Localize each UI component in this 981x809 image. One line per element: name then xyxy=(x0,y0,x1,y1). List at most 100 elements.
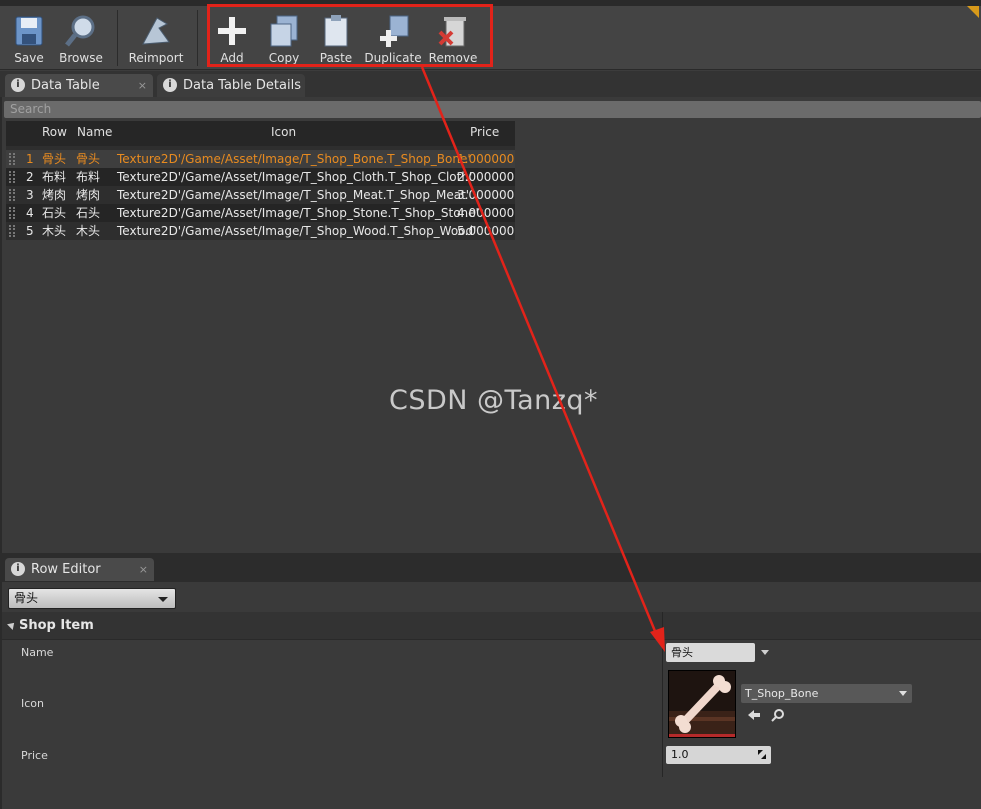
row-selector-dropdown[interactable]: 骨头 xyxy=(8,588,176,609)
reimport-icon xyxy=(142,17,170,45)
category-label: Shop Item xyxy=(19,618,94,633)
column-header-row[interactable]: Row xyxy=(42,125,67,139)
tab-data-table-label: Data Table xyxy=(31,78,100,93)
info-icon: i xyxy=(11,78,25,92)
row-icon-path: Texture2D'/Game/Asset/Image/T_Shop_Meat.… xyxy=(117,188,470,202)
row-price: 3.000000 xyxy=(457,188,515,202)
row-name: 木头 xyxy=(76,224,101,238)
magnifier-icon xyxy=(65,15,95,47)
tab-data-table-details-label: Data Table Details xyxy=(183,78,301,93)
row-key: 布料 xyxy=(42,170,67,184)
name-dropdown-chevron-icon[interactable] xyxy=(761,650,769,655)
row-icon-path: Texture2D'/Game/Asset/Image/T_Shop_Bone.… xyxy=(117,152,471,166)
row-key: 骨头 xyxy=(42,152,67,166)
table-row[interactable]: 5 木头 木头 Texture2D'/Game/Asset/Image/T_Sh… xyxy=(6,222,515,240)
upper-tab-bar: i Data Table × i Data Table Details xyxy=(0,71,981,97)
search-input[interactable]: Search xyxy=(4,101,981,118)
table-row[interactable]: 2 布料 布料 Texture2D'/Game/Asset/Image/T_Sh… xyxy=(6,168,515,186)
row-name: 布料 xyxy=(76,170,101,184)
row-number: 4 xyxy=(26,206,34,220)
table-row[interactable]: 1 骨头 骨头 Texture2D'/Game/Asset/Image/T_Sh… xyxy=(6,150,515,168)
asset-picker-dropdown[interactable]: T_Shop_Bone xyxy=(741,684,912,703)
property-label-price: Price xyxy=(21,749,48,762)
price-field[interactable]: 1.0 xyxy=(666,746,771,764)
row-key: 石头 xyxy=(42,206,67,220)
table-row[interactable]: 3 烤肉 烤肉 Texture2D'/Game/Asset/Image/T_Sh… xyxy=(6,186,515,204)
tab-row-editor-label: Row Editor xyxy=(31,562,101,577)
tab-data-table[interactable]: i Data Table × xyxy=(5,74,153,97)
remove-label: Remove xyxy=(428,51,478,65)
info-icon: i xyxy=(163,78,177,92)
use-selected-arrow-icon[interactable] xyxy=(746,707,762,723)
row-name: 烤肉 xyxy=(76,188,101,202)
clipboard-icon xyxy=(324,15,348,47)
row-key: 木头 xyxy=(42,224,67,238)
paste-row-button[interactable]: Paste xyxy=(310,8,362,66)
watermark-text: CSDN @Tanzq* xyxy=(389,385,599,416)
tab-data-table-details[interactable]: i Data Table Details xyxy=(157,74,305,97)
browse-asset-search-icon[interactable] xyxy=(770,707,786,723)
toolbar: Save Browse Reimport Add Copy Paste Dupl… xyxy=(0,0,981,70)
reimport-button[interactable]: Reimport xyxy=(129,8,183,66)
row-icon-path: Texture2D'/Game/Asset/Image/T_Shop_Wood.… xyxy=(117,224,477,238)
bone-texture-icon xyxy=(669,671,735,737)
copy-icon xyxy=(270,15,298,47)
table-row[interactable]: 4 石头 石头 Texture2D'/Game/Asset/Image/T_Sh… xyxy=(6,204,515,222)
remove-row-button[interactable]: Remove xyxy=(427,8,479,66)
row-number: 1 xyxy=(26,152,34,166)
row-selector-value: 骨头 xyxy=(14,591,39,605)
close-tab-icon[interactable]: × xyxy=(138,74,147,97)
close-tab-icon[interactable]: × xyxy=(139,558,148,581)
row-price: 4.000000 xyxy=(457,206,515,220)
browse-label: Browse xyxy=(59,51,103,65)
data-table-grid: Row Name Icon Price 1 骨头 骨头 Texture2D'/G… xyxy=(6,121,515,240)
info-icon: i xyxy=(11,562,25,576)
tab-row-editor[interactable]: i Row Editor × xyxy=(5,558,154,581)
row-price: 1.000000 xyxy=(457,152,515,166)
chevron-down-icon xyxy=(158,597,168,602)
plus-icon xyxy=(218,17,246,45)
lower-tab-bar: i Row Editor × xyxy=(0,553,981,582)
row-number: 3 xyxy=(26,188,34,202)
column-header-price[interactable]: Price xyxy=(470,125,499,139)
row-price: 5.000000 xyxy=(457,224,515,238)
duplicate-icon xyxy=(380,15,409,47)
row-number: 5 xyxy=(26,224,34,238)
row-icon-path: Texture2D'/Game/Asset/Image/T_Shop_Cloth… xyxy=(117,170,473,184)
save-icon xyxy=(15,16,43,46)
collapse-arrow-icon[interactable] xyxy=(7,620,17,630)
row-icon-path: Texture2D'/Game/Asset/Image/T_Shop_Stone… xyxy=(117,206,479,220)
toolbar-separator xyxy=(117,10,118,66)
drag-handle-icon[interactable] xyxy=(9,153,15,165)
category-shop-item[interactable]: Shop Item xyxy=(2,612,981,640)
row-number: 2 xyxy=(26,170,34,184)
row-name: 石头 xyxy=(76,206,101,220)
top-strip xyxy=(0,0,981,6)
drag-resize-icon[interactable] xyxy=(757,749,767,760)
trash-icon xyxy=(438,17,466,47)
asset-picker-value: T_Shop_Bone xyxy=(745,687,819,700)
drag-handle-icon[interactable] xyxy=(9,207,15,219)
drag-handle-icon[interactable] xyxy=(9,171,15,183)
drag-handle-icon[interactable] xyxy=(9,189,15,201)
column-header-icon[interactable]: Icon xyxy=(271,125,296,139)
texture-thumbnail[interactable] xyxy=(668,670,736,738)
row-name: 骨头 xyxy=(76,152,101,166)
column-header-name[interactable]: Name xyxy=(77,125,112,139)
row-price: 2.000000 xyxy=(457,170,515,184)
property-column-divider[interactable] xyxy=(662,612,663,777)
browse-button[interactable]: Browse xyxy=(55,8,107,66)
property-label-icon: Icon xyxy=(21,697,44,710)
corner-marker xyxy=(967,6,979,18)
price-value: 1.0 xyxy=(671,748,689,761)
table-header: Row Name Icon Price xyxy=(6,121,515,146)
property-label-name: Name xyxy=(21,646,54,659)
unreal-data-table-editor: Save Browse Reimport Add Copy Paste Dupl… xyxy=(0,0,981,809)
duplicate-row-button[interactable]: Duplicate xyxy=(364,8,422,66)
reimport-label: Reimport xyxy=(128,51,184,65)
name-field[interactable]: 骨头 xyxy=(666,643,755,662)
drag-handle-icon[interactable] xyxy=(9,225,15,237)
chevron-down-icon xyxy=(899,691,907,696)
row-key: 烤肉 xyxy=(42,188,67,202)
texture-type-bar xyxy=(669,734,735,737)
